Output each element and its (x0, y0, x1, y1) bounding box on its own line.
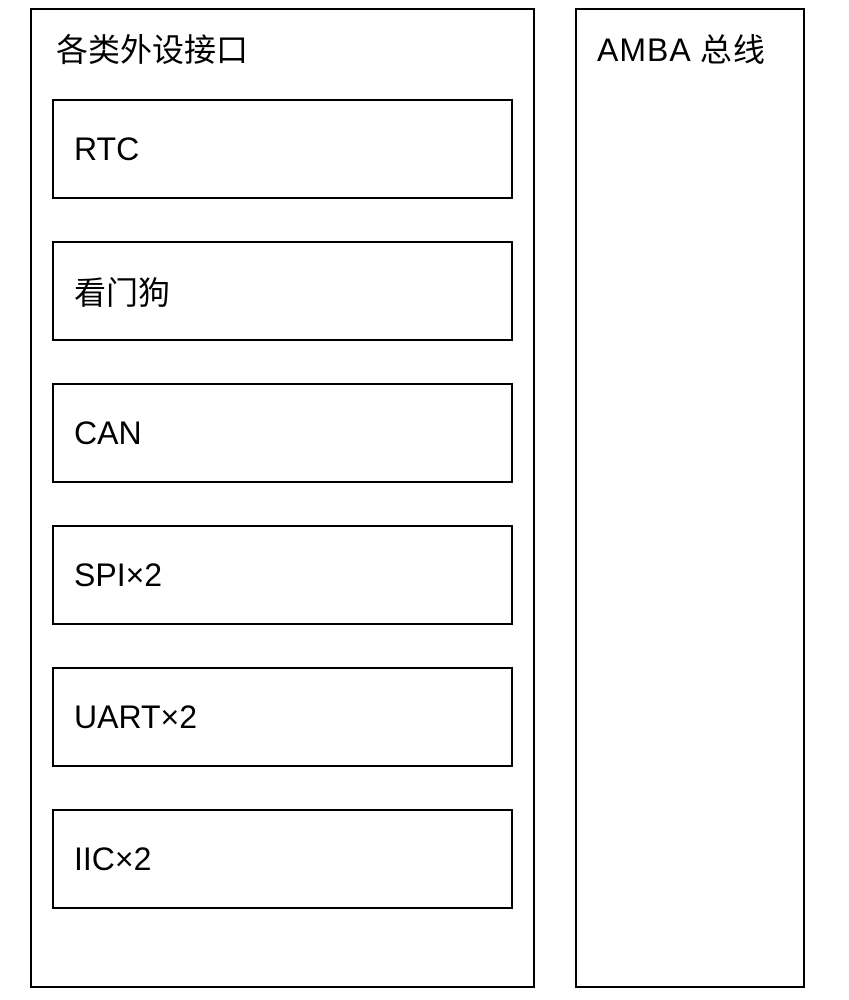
item-label: UART×2 (74, 699, 197, 736)
item-label: SPI×2 (74, 557, 162, 594)
item-label: IIC×2 (74, 841, 151, 878)
peripheral-item-iic: IIC×2 (52, 809, 513, 909)
peripheral-item-rtc: RTC (52, 99, 513, 199)
left-panel-title: 各类外设接口 (56, 25, 513, 71)
peripheral-item-uart: UART×2 (52, 667, 513, 767)
item-label: RTC (74, 131, 139, 168)
diagram-root: 各类外设接口 RTC 看门狗 CAN SPI×2 UART×2 IIC×2 AM… (0, 0, 849, 996)
peripheral-item-can: CAN (52, 383, 513, 483)
item-label: 看门狗 (74, 268, 170, 314)
item-label: CAN (74, 415, 142, 452)
right-panel-title: AMBA 总线 (597, 25, 783, 71)
peripheral-interfaces-panel: 各类外设接口 RTC 看门狗 CAN SPI×2 UART×2 IIC×2 (30, 8, 535, 988)
peripheral-item-spi: SPI×2 (52, 525, 513, 625)
amba-bus-panel: AMBA 总线 (575, 8, 805, 988)
peripheral-item-watchdog: 看门狗 (52, 241, 513, 341)
